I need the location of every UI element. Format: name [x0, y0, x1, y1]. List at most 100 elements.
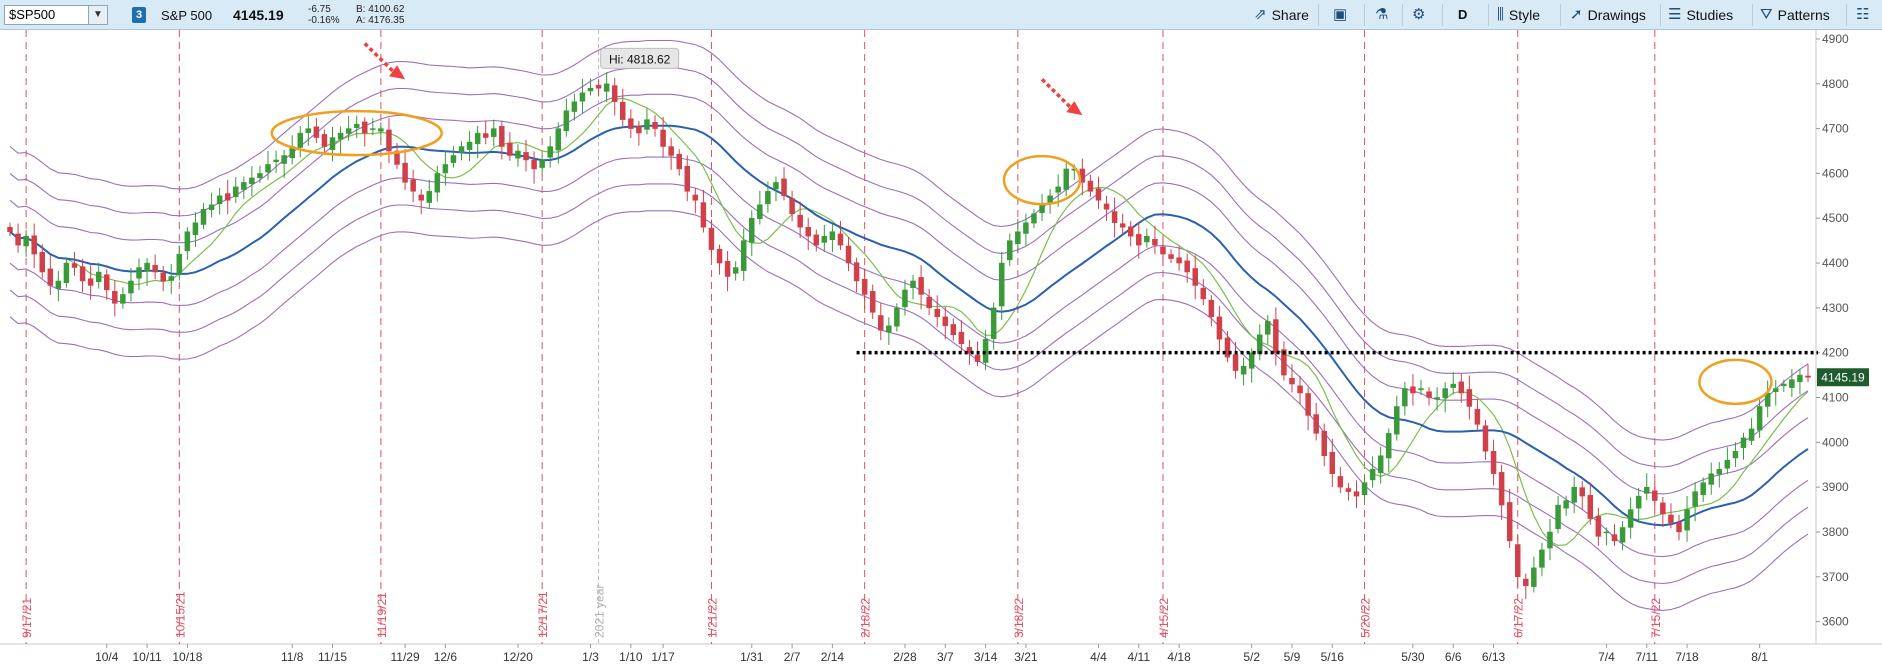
candle-body — [934, 308, 940, 318]
toolbar-divider — [1488, 4, 1489, 26]
candle-body — [386, 129, 392, 152]
candle-body — [1635, 495, 1642, 509]
candle-body — [1095, 188, 1102, 201]
x-tick-label: 7/4 — [1598, 650, 1615, 664]
x-tick-label: 1/17 — [651, 650, 675, 664]
candle-body — [1789, 379, 1795, 388]
settings-button[interactable]: ⚙ — [1412, 4, 1425, 26]
moving-average-long — [9, 124, 1809, 527]
candle-body — [297, 132, 304, 148]
cursor-icon: ➚ — [1570, 6, 1583, 23]
x-tick-label: 2/7 — [784, 650, 801, 664]
candle-body — [321, 134, 328, 147]
candle-body — [305, 128, 312, 133]
link-badge[interactable]: 3 — [132, 7, 146, 23]
candle-body — [797, 214, 803, 228]
candle-body — [523, 152, 529, 161]
candle-body — [1039, 204, 1045, 214]
timeframe-button[interactable]: D — [1458, 4, 1467, 26]
candle-body — [224, 193, 231, 201]
style-button[interactable]: ⫼ Style — [1497, 4, 1540, 26]
chevron-down-icon[interactable]: ▼ — [88, 6, 107, 24]
candle-body — [1531, 567, 1537, 587]
candle-body — [128, 280, 134, 294]
y-tick-label: 3600 — [1822, 615, 1849, 629]
candle-body — [257, 173, 263, 179]
price-chart[interactable]: 3600 3700 3800 3900 4000 4100 4200 4300 4400 4500… — [0, 30, 1882, 671]
candle-body — [15, 233, 21, 246]
envelope-band — [9, 210, 1809, 611]
candle-body — [869, 291, 876, 313]
candle-body — [1007, 240, 1013, 261]
y-tick-label: 4800 — [1822, 77, 1849, 91]
candle-body — [628, 118, 634, 129]
candle-body — [1273, 319, 1279, 353]
candle-body — [636, 126, 642, 134]
candle-body — [1031, 213, 1037, 224]
candle-body — [168, 276, 175, 281]
trend-arrow-shaft — [363, 42, 397, 75]
candle-body — [1369, 468, 1376, 481]
candle-body — [112, 291, 118, 304]
x-tick-label: 12/6 — [434, 650, 458, 664]
candle-body — [1692, 491, 1698, 507]
x-tick-label: 3/21 — [1014, 650, 1038, 664]
candle-body — [1216, 316, 1223, 340]
candle-body — [1402, 388, 1408, 407]
flask-button[interactable]: ⚗ — [1375, 4, 1388, 26]
candle-body — [337, 132, 344, 140]
chart-toolbar: $SP500 ▼ 3 S&P 500 4145.19 -6.75 -0.16% … — [0, 0, 1882, 30]
candle-body — [1740, 437, 1747, 448]
price-tag-label: 4145.19 — [1821, 370, 1865, 384]
candle-body — [894, 307, 900, 327]
event-line-label: 3/18/22 — [1012, 598, 1026, 638]
candle-body — [773, 182, 779, 190]
drawings-button[interactable]: ➚ Drawings — [1570, 4, 1646, 26]
candle-body — [1289, 377, 1295, 385]
style-label: Style — [1508, 7, 1541, 23]
candle-body — [684, 165, 691, 192]
y-tick-label: 4100 — [1822, 391, 1849, 405]
candle-body — [1144, 235, 1150, 243]
candle-body — [1587, 494, 1594, 519]
toolbar-divider — [1402, 4, 1403, 26]
x-tick-label: 6/13 — [1482, 650, 1506, 664]
candle-body — [555, 128, 562, 151]
candle-body — [1724, 459, 1731, 469]
symbol-input[interactable]: $SP500 ▼ — [4, 5, 108, 25]
candle-body — [886, 325, 892, 333]
candle-body — [1047, 195, 1053, 203]
candle-body — [1256, 334, 1263, 354]
share-button[interactable]: ⇗ Share — [1254, 4, 1309, 26]
candle-body — [241, 182, 247, 190]
candle-body — [233, 186, 239, 197]
candle-body — [1748, 428, 1755, 441]
trend-arrow-shaft — [1040, 78, 1074, 111]
candle-body — [466, 141, 473, 150]
candle-body — [1176, 257, 1182, 264]
patterns-button[interactable]: ⛛ Patterns — [1760, 4, 1830, 26]
candle-body — [829, 231, 836, 240]
candle-body — [539, 159, 545, 168]
snapshot-button[interactable]: ▣ — [1333, 4, 1347, 26]
event-line-label: 10/15/21 — [173, 591, 187, 638]
candle-body — [353, 123, 360, 128]
candle-body — [265, 164, 271, 173]
studies-button[interactable]: ☰ Studies — [1668, 4, 1733, 26]
candle-body — [571, 101, 578, 112]
candle-body — [837, 233, 844, 246]
candle-body — [1200, 287, 1207, 300]
candle-body — [595, 84, 602, 89]
toolbar-divider — [1560, 4, 1561, 26]
candle-body — [611, 85, 618, 102]
candle-body — [789, 198, 795, 215]
candle-body — [974, 354, 981, 362]
event-line-label: 1/21/22 — [705, 598, 719, 638]
menu-button[interactable]: ☷ — [1856, 4, 1869, 26]
y-tick-label: 4500 — [1822, 211, 1849, 225]
x-tick-label: 12/20 — [503, 650, 533, 664]
candle-body — [1732, 451, 1739, 459]
candle-body — [1321, 430, 1327, 457]
candle-body — [1571, 486, 1577, 503]
candle-body — [208, 204, 215, 210]
